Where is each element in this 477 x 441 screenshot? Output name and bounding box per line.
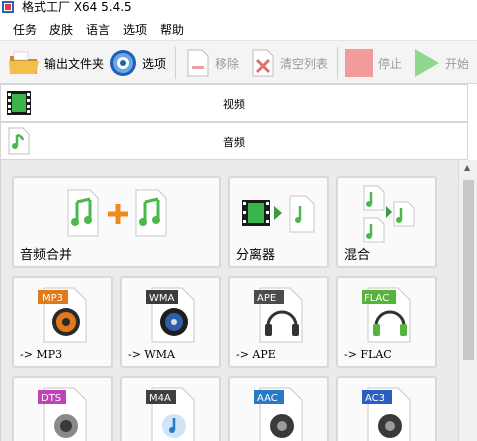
tile-mp3[interactable]: MP3 -> MP3: [12, 276, 113, 368]
aac-file-icon: AAC: [254, 387, 303, 441]
options-label: 选项: [142, 56, 167, 71]
scroll-up-icon[interactable]: ▲: [464, 163, 470, 172]
stop-label: 停止: [378, 56, 403, 71]
category-video[interactable]: 视频: [0, 84, 468, 122]
tile-aac[interactable]: AAC: [228, 376, 329, 441]
stop-button[interactable]: 停止: [344, 41, 402, 85]
start-button[interactable]: 开始: [413, 41, 469, 85]
toolbar: 输出文件夹 选项 移除 清空列表 停止 开始: [0, 40, 477, 84]
menu-help[interactable]: 帮助: [160, 21, 184, 38]
m4a-file-icon: M4A: [146, 387, 195, 441]
toolbar-separator: [337, 47, 338, 79]
ape-badge: APE: [257, 293, 276, 304]
ac3-badge: AC3: [365, 393, 385, 404]
audio-merge-icon: [67, 189, 167, 237]
wma-badge: WMA: [149, 293, 175, 304]
aac-badge: AAC: [257, 393, 278, 404]
window-title: 格式工厂 X64 5.4.5: [22, 0, 132, 14]
tile-ape-label: -> APE: [236, 348, 276, 361]
scrollbar[interactable]: ▲: [458, 160, 477, 441]
clear-list-button[interactable]: 清空列表: [250, 41, 328, 85]
mp3-file-icon: MP3: [38, 287, 87, 343]
mp3-badge: MP3: [42, 293, 63, 304]
output-folder-label: 输出文件夹: [44, 56, 105, 71]
remove-icon: [187, 49, 209, 77]
tile-mix[interactable]: 混合: [336, 176, 437, 268]
menu-bar: 任务 皮肤 语言 选项 帮助: [0, 17, 477, 39]
tile-wma[interactable]: WMA -> WMA: [120, 276, 221, 368]
clear-list-label: 清空列表: [280, 56, 329, 71]
splitter-icon: [242, 195, 315, 233]
tile-flac[interactable]: FLAC -> FLAC: [336, 276, 437, 368]
app-icon: [2, 1, 14, 13]
menu-language[interactable]: 语言: [86, 21, 110, 38]
menu-task[interactable]: 任务: [13, 21, 37, 38]
clear-list-icon: [252, 49, 274, 77]
tile-splitter[interactable]: 分离器: [228, 176, 329, 268]
options-button[interactable]: 选项: [108, 41, 166, 85]
remove-label: 移除: [215, 56, 240, 71]
tile-flac-label: -> FLAC: [344, 348, 392, 361]
tile-ac3[interactable]: AC3: [336, 376, 437, 441]
flac-badge: FLAC: [364, 293, 389, 304]
tile-splitter-label: 分离器: [236, 248, 276, 263]
toolbar-separator: [175, 47, 176, 79]
flac-file-icon: FLAC: [362, 287, 411, 343]
tile-audio-merge-label: 音频合并: [20, 248, 73, 263]
ape-file-icon: APE: [254, 287, 303, 343]
remove-button[interactable]: 移除: [185, 41, 239, 85]
m4a-badge: M4A: [149, 393, 171, 404]
scrollbar-thumb[interactable]: [463, 180, 474, 360]
gear-icon: [110, 50, 136, 76]
wma-file-icon: WMA: [146, 287, 195, 343]
play-icon: [415, 49, 439, 77]
tile-audio-merge[interactable]: 音频合并: [12, 176, 221, 268]
menu-skin[interactable]: 皮肤: [49, 21, 73, 38]
tile-ape[interactable]: APE -> APE: [228, 276, 329, 368]
title-bar: 格式工厂 X64 5.4.5: [0, 0, 477, 14]
stop-icon: [345, 49, 373, 77]
category-video-label: 视频: [223, 98, 245, 111]
category-audio-label: 音频: [223, 136, 245, 149]
folder-icon: [9, 51, 39, 74]
tile-mix-label: 混合: [344, 248, 371, 263]
dts-file-icon: DTS: [38, 387, 87, 441]
tile-dts[interactable]: DTS: [12, 376, 113, 441]
mix-icon: [363, 185, 415, 243]
tile-wma-label: -> WMA: [128, 348, 175, 361]
start-label: 开始: [445, 56, 470, 71]
tile-mp3-label: -> MP3: [20, 348, 63, 361]
output-folder-button[interactable]: 输出文件夹: [8, 41, 104, 85]
ac3-file-icon: AC3: [362, 387, 411, 441]
category-audio[interactable]: 音频: [0, 122, 468, 160]
tile-m4a[interactable]: M4A: [120, 376, 221, 441]
dts-badge: DTS: [41, 393, 61, 404]
menu-options[interactable]: 选项: [123, 21, 147, 38]
